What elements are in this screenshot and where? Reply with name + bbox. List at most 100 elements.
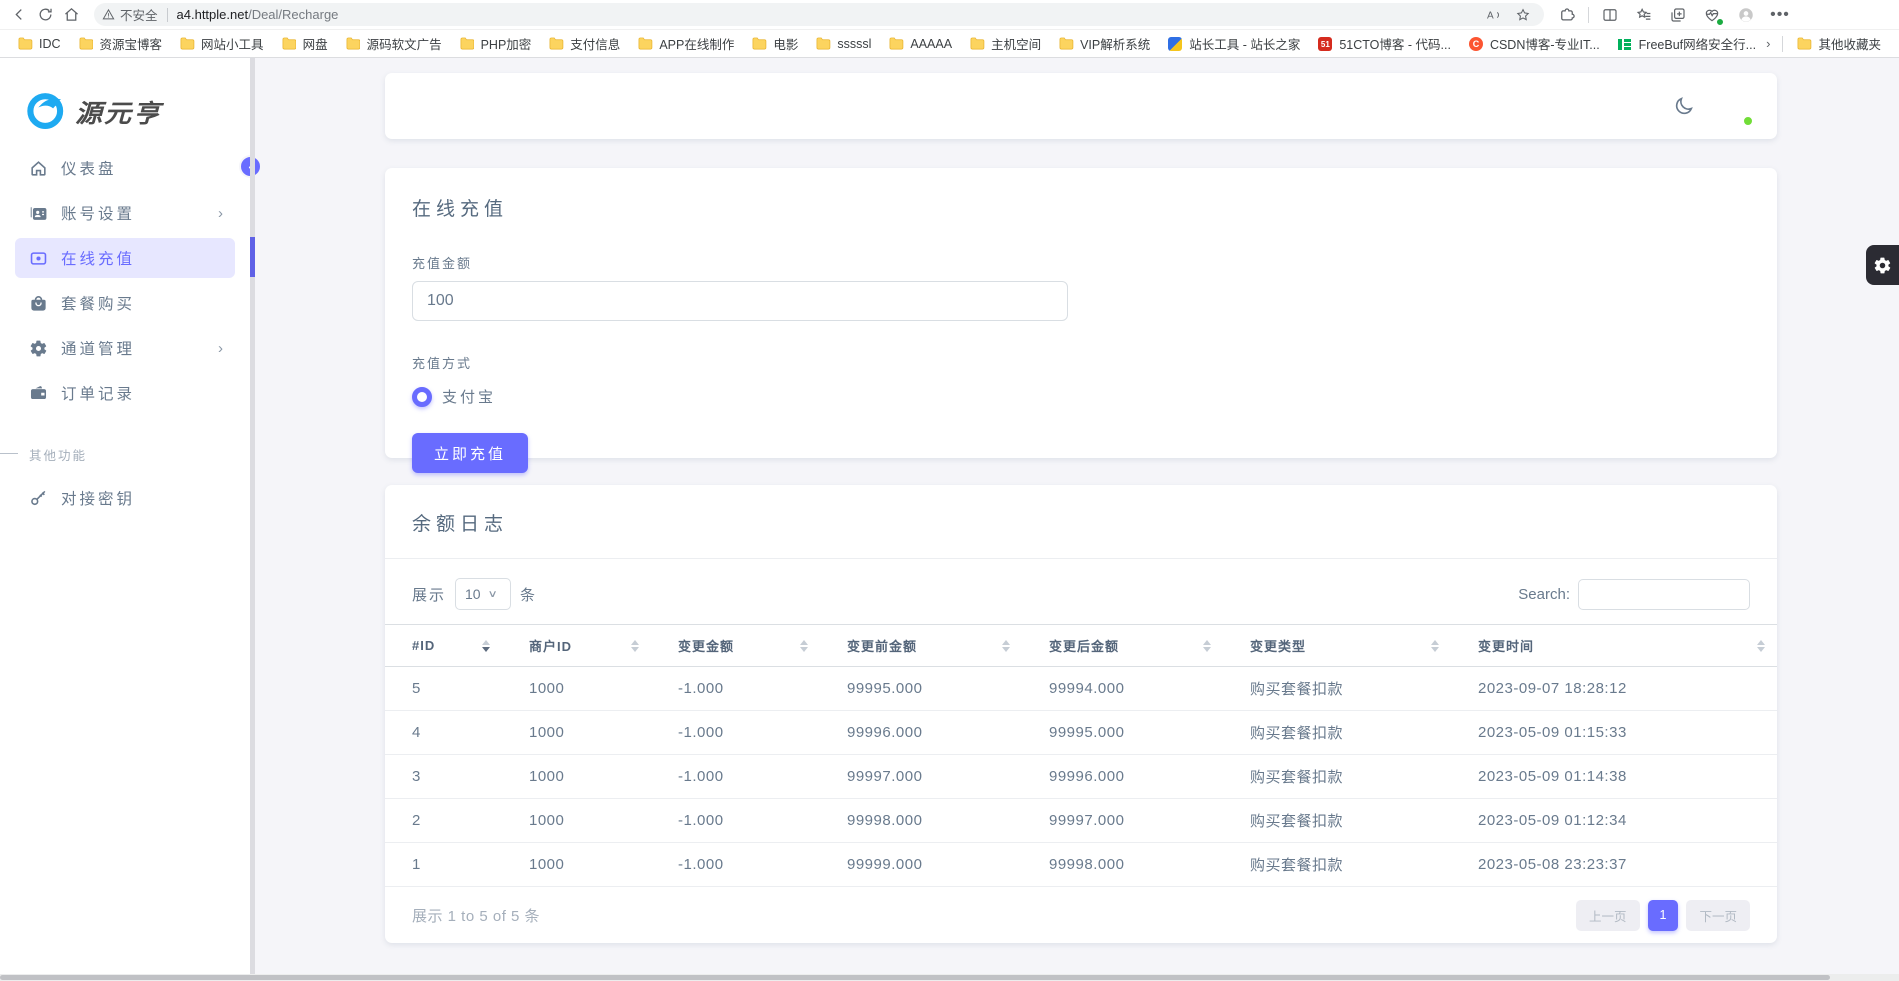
other-favorites-label: 其他收藏夹 (1818, 34, 1881, 53)
back-icon[interactable] (6, 3, 32, 27)
prev-page-button[interactable]: 上一页 (1576, 900, 1640, 931)
theme-settings-button[interactable] (1866, 245, 1899, 285)
page-1-button[interactable]: 1 (1648, 900, 1679, 931)
sidebar-item-wallet[interactable]: 订单记录 (15, 373, 235, 413)
sidebar-item-key[interactable]: 对接密钥 (15, 478, 235, 518)
bookmark-item[interactable]: APP在线制作 (630, 31, 742, 56)
sort-arrows-icon (1431, 640, 1439, 652)
bookmark-item[interactable]: 主机空间 (962, 31, 1049, 56)
column-header-label: 变更后金额 (1049, 639, 1119, 654)
favorite-star-icon[interactable] (1510, 3, 1536, 27)
column-header[interactable]: 变更类型 (1223, 625, 1451, 667)
sidebar-item-id-card[interactable]: 账号设置› (15, 193, 235, 233)
url-text[interactable]: a4.httple.net/Deal/Recharge (177, 7, 1480, 22)
page-length-value: 10 (465, 586, 481, 602)
extensions-icon[interactable] (1554, 3, 1580, 27)
address-bar[interactable]: 不安全 a4.httple.net/Deal/Recharge A (94, 3, 1544, 26)
bookmark-label: 网站小工具 (201, 34, 264, 53)
bookmark-item[interactable]: 资源宝博客 (71, 31, 171, 56)
page-length-select[interactable]: 10 ∨ (455, 578, 511, 610)
table-cell: 99997.000 (820, 755, 1022, 799)
divider (1588, 7, 1589, 23)
site-security[interactable]: 不安全 (102, 5, 158, 24)
browser-chrome: 不安全 a4.httple.net/Deal/Recharge A (0, 0, 1899, 58)
favorites-icon[interactable] (1631, 3, 1657, 27)
bookmark-item[interactable]: 支付信息 (541, 31, 628, 56)
sidebar-item-gear[interactable]: 通道管理› (15, 328, 235, 368)
search-label: Search: (1518, 586, 1570, 603)
read-aloud-icon[interactable]: A (1480, 3, 1506, 27)
url-path: /Deal/Recharge (248, 7, 338, 22)
horizontal-scrollbar[interactable] (0, 974, 1899, 981)
bookmark-item[interactable]: FreeBuf网络安全行... (1610, 31, 1756, 56)
warning-icon (102, 8, 115, 21)
table-cell: 购买套餐扣款 (1223, 711, 1451, 755)
table-row: 31000-1.00099997.00099996.000购买套餐扣款2023-… (385, 755, 1777, 799)
bookmark-item[interactable]: sssssl (808, 34, 879, 54)
next-page-button[interactable]: 下一页 (1686, 900, 1750, 931)
user-avatar[interactable] (1713, 86, 1753, 126)
logo[interactable]: 源元亨 (0, 58, 250, 136)
scrollbar-thumb[interactable] (0, 975, 1830, 980)
column-header[interactable]: 变更前金额 (820, 625, 1022, 667)
bookmark-item[interactable]: IDC (10, 34, 69, 54)
column-header[interactable]: 变更金额 (651, 625, 820, 667)
bookmark-item[interactable]: 5151CTO博客 - 代码... (1310, 31, 1459, 56)
gear-icon (29, 339, 61, 358)
split-screen-icon[interactable] (1597, 3, 1623, 27)
svg-text:A: A (1487, 10, 1494, 21)
table-cell: 4 (385, 711, 502, 755)
folder-icon (752, 37, 767, 50)
bookmark-item[interactable]: PHP加密 (452, 31, 540, 56)
toolbar-right: ••• (1554, 3, 1797, 27)
bookmark-item[interactable]: 站长工具 - 站长之家 (1160, 31, 1308, 56)
bookmark-label: 51CTO博客 - 代码... (1339, 34, 1451, 53)
column-header[interactable]: 商户ID (502, 625, 651, 667)
column-header[interactable]: 变更时间 (1451, 625, 1777, 667)
bookmarks-items: IDC资源宝博客 网站小工具网盘 源码软文广告 PHP加密支付信息APP在线制作电影s… (10, 31, 1756, 56)
collections-icon[interactable] (1665, 3, 1691, 27)
table-cell: 购买套餐扣款 (1223, 843, 1451, 887)
table-cell: 购买套餐扣款 (1223, 799, 1451, 843)
recharge-submit-button[interactable]: 立即充值 (412, 433, 528, 473)
divider (1782, 36, 1783, 52)
folder-icon (79, 37, 94, 50)
sidebar-item-home[interactable]: 仪表盘 (15, 148, 235, 188)
bookmark-item[interactable]: 网盘 (274, 31, 336, 56)
table-cell: 99994.000 (1022, 667, 1223, 711)
dark-mode-toggle[interactable] (1673, 95, 1695, 117)
bookmarks-overflow-icon[interactable]: › (1760, 36, 1776, 51)
column-header-label: 变更前金额 (847, 639, 917, 654)
more-icon[interactable]: ••• (1767, 3, 1793, 27)
bookmark-label: FreeBuf网络安全行... (1639, 34, 1756, 53)
bookmark-label: 源码软文广告 (367, 34, 442, 53)
sidebar-item-cash[interactable]: 在线充值 (15, 238, 235, 278)
sort-arrows-icon (1757, 640, 1765, 652)
column-header[interactable]: #ID (385, 625, 502, 667)
browser-essentials-icon[interactable] (1699, 3, 1725, 27)
profile-icon[interactable] (1733, 3, 1759, 27)
bookmark-item[interactable]: 源码软文广告 (338, 31, 450, 56)
csdn-favicon-icon: C (1469, 37, 1484, 50)
alipay-radio[interactable] (412, 387, 432, 407)
sidebar-item-bag[interactable]: 套餐购买 (15, 283, 235, 323)
recharge-card-title: 在线充值 (412, 194, 1750, 221)
column-header[interactable]: 变更后金额 (1022, 625, 1223, 667)
bookmark-label: VIP解析系统 (1080, 34, 1150, 53)
gear-icon (1873, 256, 1892, 275)
table-cell: 99999.000 (820, 843, 1022, 887)
bookmark-item[interactable]: VIP解析系统 (1051, 31, 1158, 56)
home-icon[interactable] (58, 3, 84, 27)
main-area: 在线充值 充值金额 充值方式 支付宝 立即充值 余额日志 (255, 58, 1899, 974)
bookmark-item[interactable]: CCSDN博客-专业IT... (1461, 31, 1608, 56)
bookmark-item[interactable]: AAAAA (881, 34, 960, 54)
bookmark-item[interactable]: 网站小工具 (172, 31, 272, 56)
table-cell: 2023-05-09 01:15:33 (1451, 711, 1777, 755)
bookmark-item[interactable]: 电影 (744, 31, 806, 56)
table-cell: 2023-09-07 18:28:12 (1451, 667, 1777, 711)
amount-input[interactable] (412, 281, 1068, 321)
refresh-icon[interactable] (32, 3, 58, 27)
search-input[interactable] (1578, 579, 1750, 610)
logo-icon (26, 90, 68, 132)
other-favorites-folder[interactable]: 其他收藏夹 (1789, 31, 1889, 56)
